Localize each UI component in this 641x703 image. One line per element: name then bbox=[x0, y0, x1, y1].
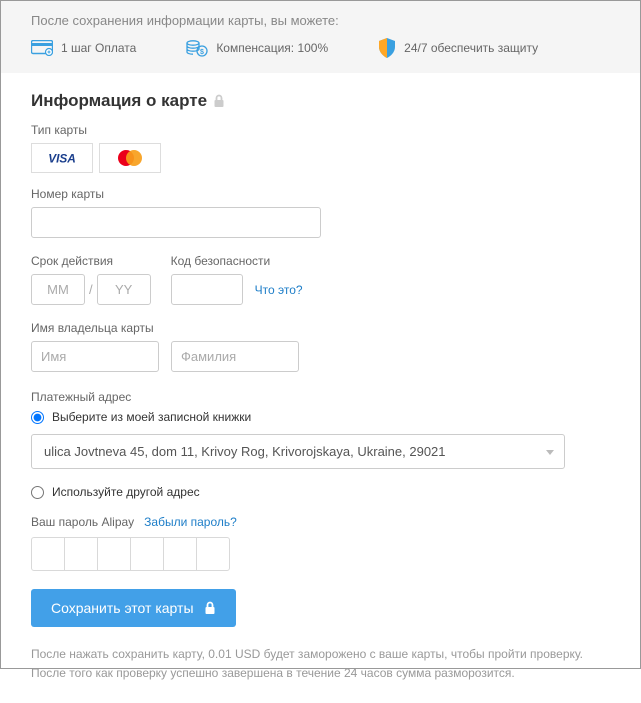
radio-other-address[interactable] bbox=[31, 486, 44, 499]
disclaimer-note: После нажать сохранить карту, 0.01 USD б… bbox=[31, 645, 610, 683]
section-title: Информация о карте bbox=[31, 91, 610, 111]
benefit-text: 24/7 обеспечить защиту bbox=[404, 41, 538, 55]
visa-icon: VISA bbox=[42, 151, 82, 165]
radio-other-label: Используйте другой адрес bbox=[52, 485, 200, 499]
card-type-mastercard[interactable] bbox=[99, 143, 161, 173]
first-name-input[interactable] bbox=[31, 341, 159, 372]
expiry-year-input[interactable] bbox=[97, 274, 151, 305]
save-card-button[interactable]: Сохранить этот карты bbox=[31, 589, 236, 627]
benefit-protection: 24/7 обеспечить защиту bbox=[378, 38, 538, 58]
expiry-label: Срок действия bbox=[31, 254, 151, 268]
svg-text:VISA: VISA bbox=[48, 152, 76, 165]
lock-icon bbox=[204, 601, 216, 615]
cvv-input[interactable] bbox=[171, 274, 243, 305]
card-number-input[interactable] bbox=[31, 207, 321, 238]
benefit-text: Компенсация: 100% bbox=[216, 41, 328, 55]
lock-icon bbox=[213, 94, 225, 108]
save-button-label: Сохранить этот карты bbox=[51, 600, 194, 616]
benefit-one-step: 1 шаг Оплата bbox=[31, 38, 136, 58]
benefits-bar: После сохранения информации карты, вы мо… bbox=[1, 1, 640, 73]
expiry-month-input[interactable] bbox=[31, 274, 85, 305]
forgot-password-link[interactable]: Забыли пароль? bbox=[144, 515, 237, 529]
benefits-title: После сохранения информации карты, вы мо… bbox=[1, 13, 640, 38]
card-type-label: Тип карты bbox=[31, 123, 610, 137]
radio-saved-label: Выберите из моей записной книжки bbox=[52, 410, 251, 424]
card-type-visa[interactable]: VISA bbox=[31, 143, 93, 173]
alipay-password-label: Ваш пароль Alipay bbox=[31, 515, 134, 529]
card-number-label: Номер карты bbox=[31, 187, 610, 201]
benefit-compensation: $ Компенсация: 100% bbox=[186, 38, 328, 58]
benefit-text: 1 шаг Оплата bbox=[61, 41, 136, 55]
billing-label: Платежный адрес bbox=[31, 390, 610, 404]
alipay-password-input[interactable] bbox=[31, 537, 610, 571]
mastercard-icon bbox=[115, 149, 145, 167]
last-name-input[interactable] bbox=[171, 341, 299, 372]
cvv-label: Код безопасности bbox=[171, 254, 303, 268]
radio-saved-address[interactable] bbox=[31, 411, 44, 424]
card-icon bbox=[31, 40, 53, 56]
expiry-slash: / bbox=[89, 282, 93, 297]
svg-text:$: $ bbox=[200, 49, 204, 56]
holder-label: Имя владельца карты bbox=[31, 321, 610, 335]
address-select[interactable]: ulica Jovtneva 45, dom 11, Krivoy Rog, K… bbox=[31, 434, 565, 469]
shield-icon bbox=[378, 38, 396, 58]
address-selected-text: ulica Jovtneva 45, dom 11, Krivoy Rog, K… bbox=[44, 444, 446, 459]
section-title-text: Информация о карте bbox=[31, 91, 207, 111]
coins-icon: $ bbox=[186, 39, 208, 57]
cvv-help-link[interactable]: Что это? bbox=[255, 283, 303, 297]
